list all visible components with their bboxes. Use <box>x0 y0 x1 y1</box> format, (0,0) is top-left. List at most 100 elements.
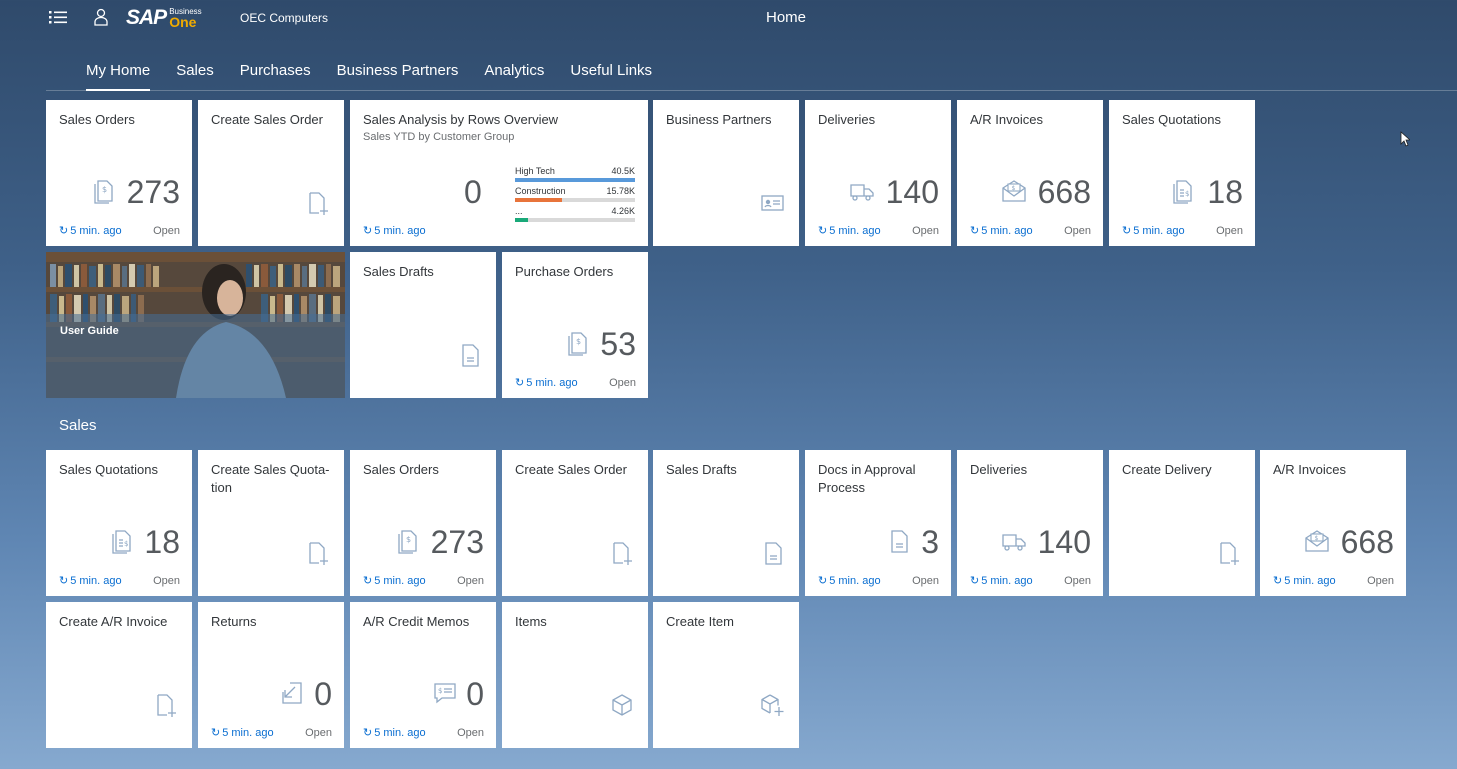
tile-kpi: 140 <box>1037 524 1091 560</box>
tile-refresh-time: 5 min. ago <box>1122 224 1184 237</box>
bar-row: Construction 15.78K <box>515 186 635 206</box>
document-icon <box>761 540 785 566</box>
document-dollar-icon <box>92 178 116 204</box>
business-card-icon <box>759 190 785 216</box>
bar-label: ... <box>515 206 523 216</box>
add-document-icon <box>610 540 634 566</box>
tile-kpi: 53 <box>600 326 636 362</box>
tile-returns[interactable]: Returns 0 5 min. ago Open <box>198 602 344 748</box>
tile-ar-credit-memos[interactable]: A/R Credit Memos 0 5 min. ago Open <box>350 602 496 748</box>
page-title: Home <box>765 9 806 26</box>
tile-kpi: 18 <box>144 524 180 560</box>
tile-title: Sales Quotations <box>1122 112 1222 127</box>
tab-purchases[interactable]: Purchases <box>240 62 311 91</box>
tile-create-ar-invoice[interactable]: Create A/R Invoice <box>46 602 192 748</box>
document-icon <box>458 342 482 368</box>
tile-title: Create Delivery <box>1122 462 1212 477</box>
truck-icon <box>1001 528 1027 554</box>
add-document-icon <box>1217 540 1241 566</box>
bar-value: 40.5K <box>611 166 635 176</box>
tile-subtitle: Sales YTD by Customer Group <box>363 131 515 143</box>
tile-sales-quotations[interactable]: Sales Quotations 18 5 min. ago Open <box>46 450 192 596</box>
tile-create-delivery[interactable]: Create Delivery <box>1109 450 1255 596</box>
tile-title: Create Sales Order <box>515 462 627 477</box>
tile-business-partners[interactable]: Business Partners <box>653 100 799 246</box>
box-icon <box>610 692 634 718</box>
tile-refresh-time: 5 min. ago <box>515 376 577 389</box>
document-dollar-icon <box>566 330 590 356</box>
bar-chart: High Tech 40.5K Construction 15.78K... 4.26K <box>515 166 635 226</box>
tile-refresh-time: 5 min. ago <box>970 574 1032 587</box>
tile-items[interactable]: Items <box>502 602 648 748</box>
tile-deliveries[interactable]: Deliveries 140 5 min. ago Open <box>805 100 951 246</box>
tile-title: User Guide <box>60 325 119 337</box>
tile-kpi: 0 <box>466 676 484 712</box>
tile-kpi: 668 <box>1037 174 1091 210</box>
add-document-icon <box>306 540 330 566</box>
tile-sales-orders[interactable]: Sales Orders 273 5 min. ago Open <box>46 100 192 246</box>
tile-status: Open <box>1367 575 1394 587</box>
tab-business-partners[interactable]: Business Partners <box>337 62 459 91</box>
tile-title: Sales Analysis by Rows Overview <box>363 112 559 127</box>
document-icon <box>887 528 911 554</box>
tile-refresh-time: 5 min. ago <box>818 574 880 587</box>
tile-status: Open <box>153 575 180 587</box>
tile-title: Purchase Orders <box>515 264 614 279</box>
tile-refresh-time: 5 min. ago <box>363 574 425 587</box>
tile-refresh-time: 5 min. ago <box>970 224 1032 237</box>
tile-sales-drafts[interactable]: Sales Drafts <box>653 450 799 596</box>
tile-title: A/R Invoices <box>970 112 1043 127</box>
tile-purchase-orders[interactable]: Purchase Orders 53 5 min. ago Open <box>502 252 648 398</box>
tile-create-item[interactable]: Create Item <box>653 602 799 748</box>
tile-title: Deliveries <box>818 112 876 127</box>
envelope-dollar-icon <box>1001 178 1027 204</box>
tile-status: Open <box>1216 225 1243 237</box>
tile-title: Create Item <box>666 614 734 629</box>
tile-create-sales-quotation[interactable]: Create Sales Quota-tion <box>198 450 344 596</box>
tile-refresh-time: 5 min. ago <box>818 224 880 237</box>
tile-title: Sales Drafts <box>666 462 737 477</box>
tile-sales-drafts[interactable]: Sales Drafts <box>350 252 496 398</box>
tile-create-sales-order[interactable]: Create Sales Order <box>502 450 648 596</box>
tile-create-sales-order[interactable]: Create Sales Order <box>198 100 344 246</box>
tile-sales-analysis[interactable]: Sales Analysis by Rows Overview Sales YT… <box>350 100 648 246</box>
bar-value: 4.26K <box>611 206 635 216</box>
tile-kpi: 273 <box>126 174 180 210</box>
tile-title: Returns <box>211 614 257 629</box>
mouse-cursor-icon <box>1400 131 1410 147</box>
tab-bar: My Home Sales Purchases Business Partner… <box>86 62 678 91</box>
tile-kpi: 18 <box>1207 174 1243 210</box>
tile-kpi: 140 <box>885 174 939 210</box>
tile-status: Open <box>457 575 484 587</box>
tile-ar-invoices[interactable]: A/R Invoices 668 5 min. ago Open <box>1260 450 1406 596</box>
bar-track <box>515 178 635 182</box>
tile-title: Sales Orders <box>363 462 439 477</box>
tile-deliveries[interactable]: Deliveries 140 5 min. ago Open <box>957 450 1103 596</box>
tile-refresh-time: 5 min. ago <box>363 224 425 237</box>
bar-label: Construction <box>515 186 566 196</box>
tile-sales-orders[interactable]: Sales Orders 273 5 min. ago Open <box>350 450 496 596</box>
bar-row: High Tech 40.5K <box>515 166 635 186</box>
tab-useful-links[interactable]: Useful Links <box>570 62 652 91</box>
tile-title: Items <box>515 614 547 629</box>
tile-kpi: 273 <box>430 524 484 560</box>
quotation-icon <box>110 528 134 554</box>
tab-sales[interactable]: Sales <box>176 62 214 91</box>
tile-user-guide[interactable]: User Guide <box>46 252 345 398</box>
tile-docs-in-approval[interactable]: Docs in Approval Process 3 5 min. ago Op… <box>805 450 951 596</box>
add-document-icon <box>154 692 178 718</box>
return-icon <box>280 680 304 706</box>
bar-value: 15.78K <box>606 186 635 196</box>
tile-status: Open <box>912 225 939 237</box>
shell-bar: SAP Business One OEC Computers Home <box>0 0 1457 36</box>
section-title-sales: Sales <box>59 417 97 434</box>
bar-row: ... 4.26K <box>515 206 635 226</box>
tile-refresh-time: 5 min. ago <box>363 726 425 739</box>
tab-analytics[interactable]: Analytics <box>484 62 544 91</box>
tile-ar-invoices[interactable]: A/R Invoices 668 5 min. ago Open <box>957 100 1103 246</box>
tile-title: Sales Drafts <box>363 264 434 279</box>
tile-sales-quotations[interactable]: Sales Quotations 18 5 min. ago Open <box>1109 100 1255 246</box>
tab-my-home[interactable]: My Home <box>86 62 151 91</box>
tile-refresh-time: 5 min. ago <box>59 224 121 237</box>
tile-status: Open <box>1064 575 1091 587</box>
